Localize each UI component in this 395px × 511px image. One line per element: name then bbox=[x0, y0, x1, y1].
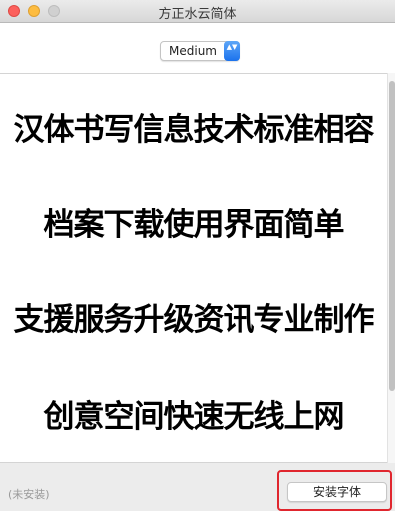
preview-scrollbar[interactable] bbox=[387, 73, 395, 463]
footer-bar: (未安装) 安装字体 bbox=[0, 463, 395, 511]
scrollbar-thumb[interactable] bbox=[389, 81, 395, 391]
updown-arrows-icon: ▲▼ bbox=[224, 41, 240, 61]
install-font-button[interactable]: 安装字体 bbox=[287, 482, 387, 502]
sample-text-line: 档案下载使用界面简单 bbox=[43, 207, 345, 243]
font-preview-area: 汉体书写信息技术标准相容 档案下载使用界面简单 支援服务升级资讯专业制作 创意空… bbox=[0, 73, 387, 463]
font-style-value: Medium bbox=[169, 44, 217, 58]
sample-text-line: 汉体书写信息技术标准相容 bbox=[13, 112, 375, 148]
sample-text-line: 创意空间快速无线上网 bbox=[43, 399, 345, 435]
window-title: 方正水云简体 bbox=[158, 7, 237, 22]
toolbar: Medium ▲▼ bbox=[0, 23, 395, 73]
font-style-select[interactable]: Medium ▲▼ bbox=[160, 41, 240, 61]
title-bar[interactable]: 方正水云简体 bbox=[0, 0, 395, 23]
sample-text-line: 支援服务升级资讯专业制作 bbox=[13, 302, 375, 338]
install-status: (未安装) bbox=[8, 488, 50, 501]
font-preview-window: 方正水云简体 Medium ▲▼ 汉体书写信息技术标准相容 档案下载使用界面简单… bbox=[0, 0, 395, 511]
